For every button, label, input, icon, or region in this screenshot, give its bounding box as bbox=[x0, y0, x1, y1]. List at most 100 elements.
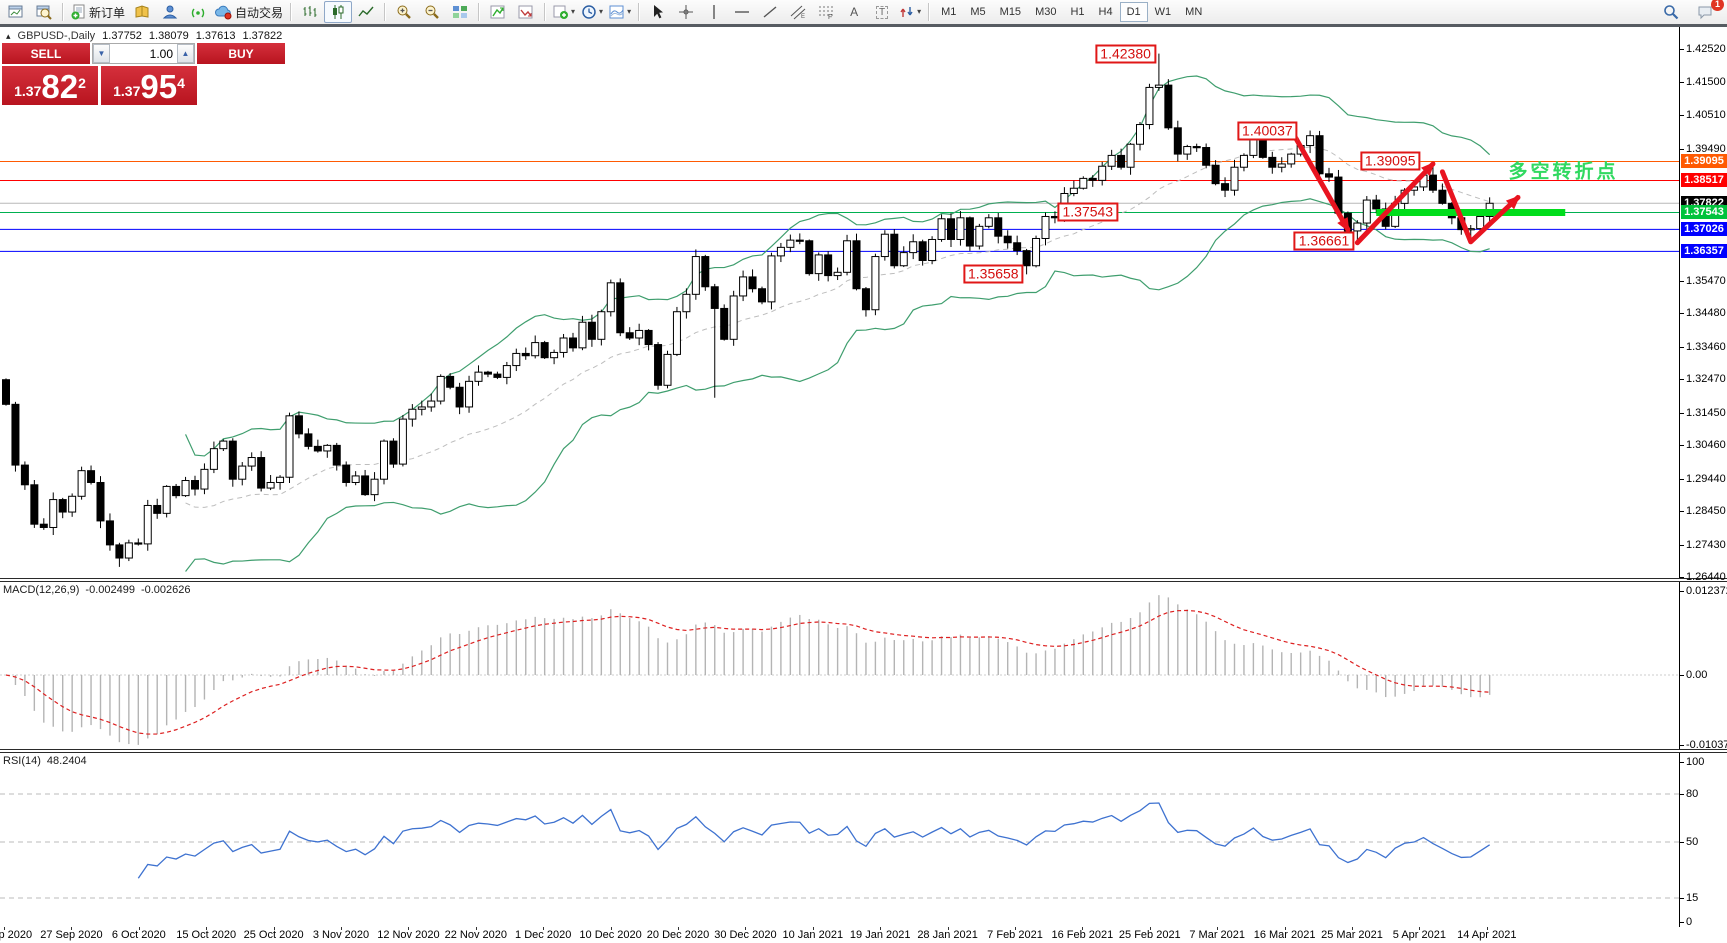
toolbar-separator bbox=[544, 3, 546, 21]
data-window-icon[interactable] bbox=[30, 1, 58, 23]
candle-body bbox=[1203, 148, 1210, 166]
candle-body bbox=[881, 234, 888, 256]
macd-tick-label: 0.00 bbox=[1686, 669, 1707, 681]
add-indicator-button[interactable]: ▾ bbox=[550, 1, 578, 23]
candle-body bbox=[192, 481, 199, 490]
fibonacci-icon: F bbox=[818, 4, 834, 20]
candle-body bbox=[40, 524, 47, 527]
vertical-line-tool[interactable] bbox=[700, 1, 728, 23]
line-chart-button[interactable] bbox=[352, 1, 380, 23]
candle-body bbox=[532, 343, 539, 356]
timeframe-M15[interactable]: M15 bbox=[993, 2, 1028, 22]
timeframe-M30[interactable]: M30 bbox=[1028, 2, 1063, 22]
candle-body bbox=[371, 479, 378, 494]
fibonacci-tool[interactable]: F bbox=[812, 1, 840, 23]
date-axis[interactable]: 7 Sep 202027 Sep 20206 Oct 202015 Oct 20… bbox=[0, 927, 1727, 943]
pivot-annotation-text[interactable]: 多空转折点 bbox=[1509, 156, 1619, 183]
zoom-out-button[interactable] bbox=[418, 1, 446, 23]
channel-tool[interactable]: E bbox=[784, 1, 812, 23]
main-toolbar: 新订单 自动交易 ▾ ▾ bbox=[0, 0, 1727, 24]
notifications-button[interactable]: 1 bbox=[1691, 1, 1719, 23]
search-button[interactable] bbox=[1657, 1, 1685, 23]
macd-tick-mark bbox=[1680, 675, 1684, 676]
text-a-icon: A bbox=[850, 5, 858, 19]
candle-body bbox=[163, 486, 170, 513]
chart-window: ▴ GBPUSD-,Daily 1.37752 1.38079 1.37613 … bbox=[0, 27, 1727, 943]
bollinger-lower bbox=[186, 199, 1490, 572]
volume-input[interactable] bbox=[110, 44, 177, 63]
bar-chart-button[interactable] bbox=[296, 1, 324, 23]
candle-body bbox=[88, 471, 95, 483]
objects-list-button[interactable] bbox=[512, 1, 540, 23]
market-watch-button[interactable] bbox=[128, 1, 156, 23]
period-clock-button[interactable]: ▾ bbox=[578, 1, 606, 23]
price-tick-label: 1.32470 bbox=[1686, 373, 1726, 385]
candle-body bbox=[447, 376, 454, 387]
cursor-tool-button[interactable] bbox=[644, 1, 672, 23]
candle-body bbox=[844, 241, 851, 273]
arrows-tool[interactable]: ▾ bbox=[896, 1, 924, 23]
candle-body bbox=[409, 409, 416, 419]
buy-button[interactable]: BUY bbox=[197, 43, 285, 64]
date-label: 30 Dec 2020 bbox=[714, 929, 776, 941]
sell-price-button[interactable]: 1.37822 bbox=[2, 66, 98, 105]
timeframe-H1[interactable]: H1 bbox=[1063, 2, 1091, 22]
candle-body bbox=[787, 240, 794, 247]
price-annotation-label[interactable]: 1.39095 bbox=[1360, 152, 1421, 171]
chevron-down-icon: ▾ bbox=[917, 8, 921, 16]
candle-body bbox=[1373, 200, 1380, 209]
candle-body bbox=[711, 287, 718, 309]
new-order-button[interactable]: 新订单 bbox=[68, 1, 128, 23]
timeframe-D1[interactable]: D1 bbox=[1120, 2, 1148, 22]
candle-body bbox=[1042, 216, 1049, 238]
text-label-tool[interactable]: T bbox=[868, 1, 896, 23]
candle-body bbox=[796, 240, 803, 241]
candle-body bbox=[229, 441, 236, 479]
person-icon bbox=[162, 4, 178, 20]
candle-body bbox=[1269, 157, 1276, 167]
price-tick-label: 1.30460 bbox=[1686, 439, 1726, 451]
candle-body bbox=[541, 343, 548, 358]
price-annotation-label[interactable]: 1.42380 bbox=[1095, 44, 1156, 63]
rsi-name: RSI(14) bbox=[3, 755, 41, 767]
signals-button[interactable] bbox=[184, 1, 212, 23]
candle-body bbox=[258, 458, 265, 489]
candle-body bbox=[267, 482, 274, 488]
chart-canvas[interactable] bbox=[0, 27, 1680, 927]
timeframe-M5[interactable]: M5 bbox=[963, 2, 992, 22]
horizontal-line-tool[interactable] bbox=[728, 1, 756, 23]
pane-separator[interactable] bbox=[0, 578, 1727, 582]
candlestick-chart-button[interactable] bbox=[324, 1, 352, 23]
tile-windows-button[interactable] bbox=[446, 1, 474, 23]
profile-button[interactable] bbox=[156, 1, 184, 23]
crosshair-icon bbox=[678, 4, 694, 20]
zoom-in-button[interactable] bbox=[390, 1, 418, 23]
template-button[interactable]: ▾ bbox=[606, 1, 634, 23]
price-annotation-label[interactable]: 1.35658 bbox=[963, 265, 1024, 284]
candle-body bbox=[1070, 188, 1077, 193]
pane-separator[interactable] bbox=[0, 749, 1727, 753]
price-annotation-label[interactable]: 1.37543 bbox=[1057, 203, 1118, 222]
crosshair-tool-button[interactable] bbox=[672, 1, 700, 23]
add-indicator-icon bbox=[553, 4, 569, 20]
buy-price-button[interactable]: 1.37954 bbox=[101, 66, 197, 105]
timeframe-M1[interactable]: M1 bbox=[934, 2, 963, 22]
auto-trading-button[interactable]: 自动交易 bbox=[212, 1, 286, 23]
text-tool[interactable]: A bbox=[840, 1, 868, 23]
indicators-button[interactable] bbox=[484, 1, 512, 23]
timeframe-MN[interactable]: MN bbox=[1178, 2, 1209, 22]
candle-body bbox=[815, 255, 822, 274]
price-annotation-label[interactable]: 1.40037 bbox=[1237, 121, 1298, 140]
chart-window-icon[interactable] bbox=[2, 1, 30, 23]
price-annotation-label[interactable]: 1.36661 bbox=[1294, 232, 1355, 251]
candle-body bbox=[636, 330, 643, 338]
trendline-tool[interactable] bbox=[756, 1, 784, 23]
sell-button[interactable]: SELL bbox=[2, 43, 90, 64]
volume-increase-button[interactable]: ▲ bbox=[177, 44, 194, 63]
zoom-in-icon bbox=[396, 4, 412, 20]
volume-decrease-button[interactable]: ▼ bbox=[93, 44, 110, 63]
macd-signal-line bbox=[6, 610, 1490, 734]
timeframe-W1[interactable]: W1 bbox=[1148, 2, 1179, 22]
timeframe-H4[interactable]: H4 bbox=[1092, 2, 1120, 22]
macd-tick-mark bbox=[1680, 591, 1684, 592]
